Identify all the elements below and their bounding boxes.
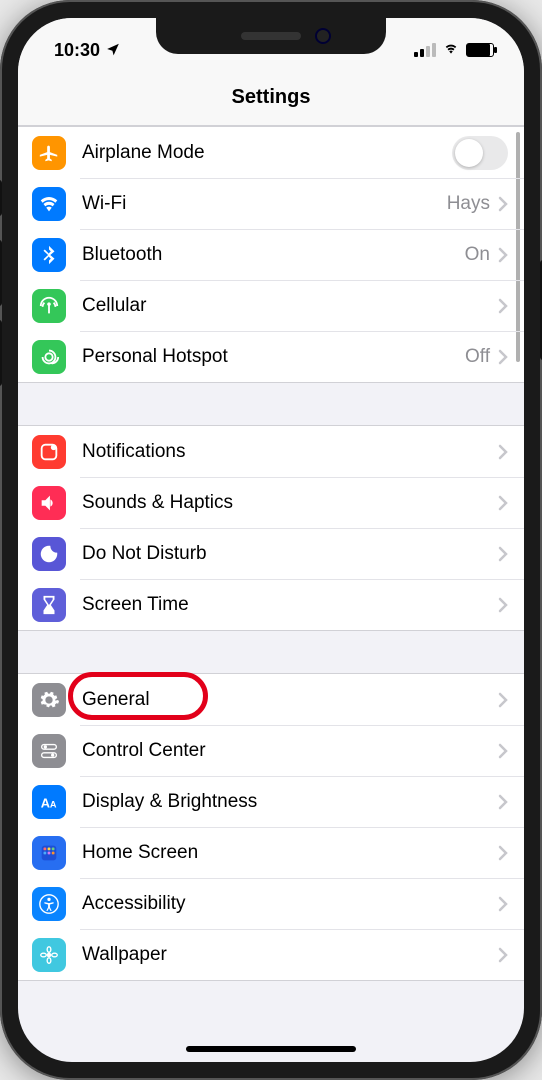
chevron-right-icon (498, 743, 508, 759)
gear-icon (32, 683, 66, 717)
settings-group-general: General Control Center AA Display & Brig… (18, 673, 524, 981)
wifi-icon (32, 187, 66, 221)
row-label: Wi-Fi (82, 193, 447, 215)
antenna-icon (32, 289, 66, 323)
text-size-icon: AA (32, 785, 66, 819)
page-title: Settings (18, 72, 524, 126)
row-sounds-haptics[interactable]: Sounds & Haptics (18, 477, 524, 528)
hotspot-icon (32, 340, 66, 374)
page-title-text: Settings (232, 86, 311, 108)
row-value: Off (465, 346, 490, 368)
chevron-right-icon (498, 298, 508, 314)
chevron-right-icon (498, 247, 508, 263)
hourglass-icon (32, 588, 66, 622)
row-general[interactable]: General (18, 674, 524, 725)
row-display-brightness[interactable]: AA Display & Brightness (18, 776, 524, 827)
row-control-center[interactable]: Control Center (18, 725, 524, 776)
chevron-right-icon (498, 845, 508, 861)
settings-list[interactable]: Airplane Mode Wi-Fi Hays Bluetooth (18, 126, 524, 1062)
row-home-screen[interactable]: Home Screen (18, 827, 524, 878)
switches-icon (32, 734, 66, 768)
group-spacer (18, 383, 524, 425)
bluetooth-icon (32, 238, 66, 272)
airplane-icon (32, 136, 66, 170)
home-indicator[interactable] (186, 1046, 356, 1052)
settings-group-alerts: Notifications Sounds & Haptics Do Not Di… (18, 425, 524, 631)
chevron-right-icon (498, 349, 508, 365)
row-wifi[interactable]: Wi-Fi Hays (18, 178, 524, 229)
row-personal-hotspot[interactable]: Personal Hotspot Off (18, 331, 524, 382)
row-label: Bluetooth (82, 244, 465, 266)
row-label: Airplane Mode (82, 142, 452, 164)
chevron-right-icon (498, 495, 508, 511)
wifi-status-icon (442, 40, 460, 61)
row-bluetooth[interactable]: Bluetooth On (18, 229, 524, 280)
settings-group-connectivity: Airplane Mode Wi-Fi Hays Bluetooth (18, 126, 524, 383)
moon-icon (32, 537, 66, 571)
battery-icon (466, 43, 494, 57)
status-time: 10:30 (54, 40, 100, 61)
row-do-not-disturb[interactable]: Do Not Disturb (18, 528, 524, 579)
flower-icon (32, 938, 66, 972)
row-label: Accessibility (82, 893, 498, 915)
group-spacer (18, 631, 524, 673)
screen: 10:30 Settings (18, 18, 524, 1062)
chevron-right-icon (498, 896, 508, 912)
row-value: Hays (447, 193, 490, 215)
row-label: Personal Hotspot (82, 346, 465, 368)
svg-text:A: A (41, 795, 50, 810)
row-label: Control Center (82, 740, 498, 762)
row-label: Screen Time (82, 594, 498, 616)
chevron-right-icon (498, 692, 508, 708)
chevron-right-icon (498, 597, 508, 613)
row-screen-time[interactable]: Screen Time (18, 579, 524, 630)
chevron-right-icon (498, 947, 508, 963)
row-cellular[interactable]: Cellular (18, 280, 524, 331)
grid-icon (32, 836, 66, 870)
accessibility-icon (32, 887, 66, 921)
row-label: General (82, 689, 498, 711)
cellular-signal-icon (414, 43, 436, 57)
airplane-toggle[interactable] (452, 136, 508, 170)
row-label: Sounds & Haptics (82, 492, 498, 514)
sounds-icon (32, 486, 66, 520)
row-notifications[interactable]: Notifications (18, 426, 524, 477)
svg-text:A: A (50, 799, 57, 809)
row-label: Wallpaper (82, 944, 498, 966)
row-airplane-mode[interactable]: Airplane Mode (18, 127, 524, 178)
chevron-right-icon (498, 444, 508, 460)
notch (156, 18, 386, 54)
row-label: Home Screen (82, 842, 498, 864)
row-wallpaper[interactable]: Wallpaper (18, 929, 524, 980)
row-value: On (465, 244, 490, 266)
row-accessibility[interactable]: Accessibility (18, 878, 524, 929)
row-label: Do Not Disturb (82, 543, 498, 565)
row-label: Display & Brightness (82, 791, 498, 813)
chevron-right-icon (498, 196, 508, 212)
chevron-right-icon (498, 546, 508, 562)
notifications-icon (32, 435, 66, 469)
row-label: Notifications (82, 441, 498, 463)
location-icon (106, 40, 120, 61)
row-label: Cellular (82, 295, 498, 317)
chevron-right-icon (498, 794, 508, 810)
device-frame: 10:30 Settings (0, 0, 542, 1080)
